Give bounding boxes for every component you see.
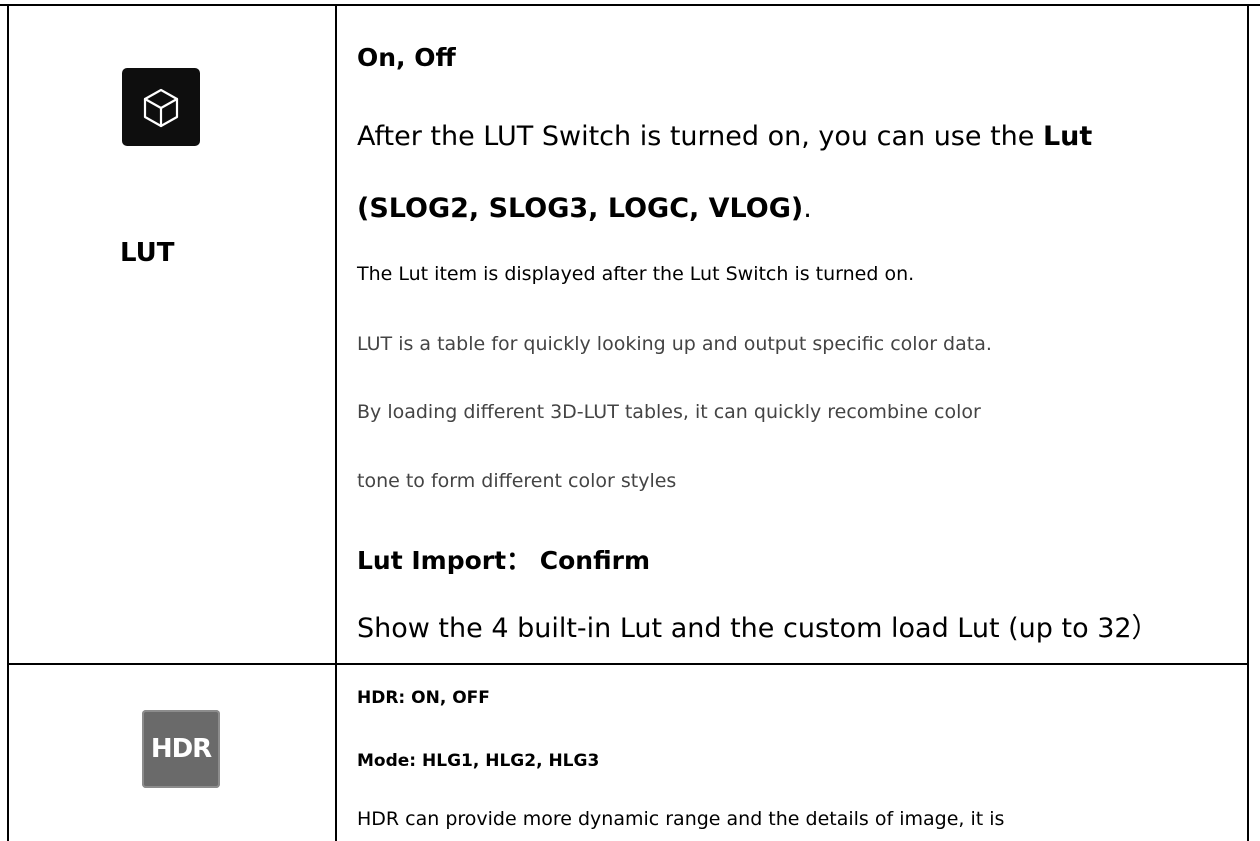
table-row-divider [7, 663, 1249, 665]
hdr-mode-options: Mode: HLG1, HLG2, HLG3 [357, 751, 600, 771]
lut-import-description: Show the 4 built-in Lut and the custom l… [357, 613, 1159, 644]
table-column-divider [335, 4, 337, 841]
lut-formats: (SLOG2, SLOG3, LOGC, VLOG) [357, 193, 804, 224]
hdr-badge-icon: HDR [142, 710, 220, 788]
table-top-border [0, 4, 1260, 6]
hdr-options: HDR: ON, OFF [357, 688, 490, 708]
hdr-icon-text: HDR [150, 734, 212, 764]
lut-explain-3: tone to form different color styles [357, 470, 677, 492]
lut-description-bold: Lut [1042, 121, 1093, 152]
lut-explain-2: By loading different 3D-LUT tables, it c… [357, 401, 981, 423]
lut-description-line-2: (SLOG2, SLOG3, LOGC, VLOG). [357, 193, 812, 225]
lut-label: LUT [120, 238, 175, 268]
lut-explain-1: LUT is a table for quickly looking up an… [357, 333, 992, 355]
lut-description-end: . [803, 193, 812, 224]
settings-table: LUT On, Off After the LUT Switch is turn… [0, 0, 1260, 841]
cube-icon [122, 68, 200, 146]
lut-item-note: The Lut item is displayed after the Lut … [357, 263, 915, 285]
hdr-description: HDR can provide more dynamic range and t… [357, 808, 1005, 830]
table-left-border [7, 4, 9, 841]
lut-import-label: Lut Import： Confirm [357, 546, 651, 575]
lut-options: On, Off [357, 43, 456, 72]
lut-description-text: After the LUT Switch is turned on, you c… [357, 121, 1043, 152]
lut-description-line-1: After the LUT Switch is turned on, you c… [357, 121, 1092, 153]
table-right-border [1247, 4, 1249, 841]
